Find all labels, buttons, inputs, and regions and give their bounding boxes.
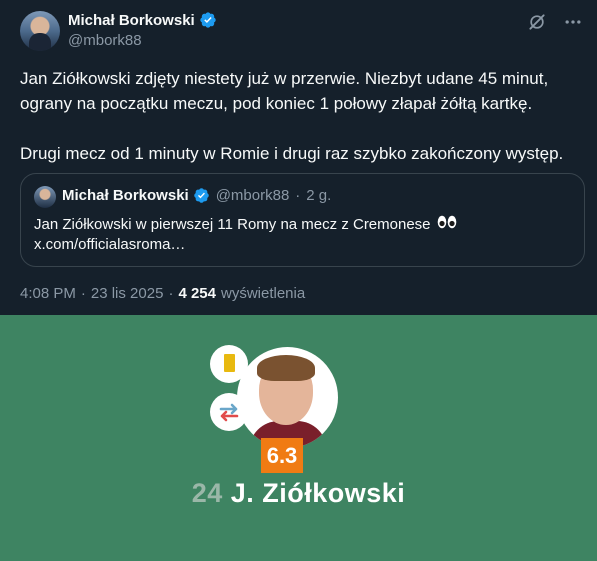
- tweet-date[interactable]: 23 lis 2025: [91, 285, 164, 302]
- tweet-meta: 4:08 PM · 23 lis 2025 · 4 254 wyświetlen…: [20, 285, 305, 302]
- verified-badge-icon: [200, 12, 216, 28]
- verified-badge-icon: [193, 188, 209, 203]
- author-avatar[interactable]: [20, 11, 60, 51]
- meta-separator: ·: [80, 285, 86, 302]
- tweet-text: Jan Ziółkowski zdjęty niestety już w prz…: [20, 66, 585, 166]
- quoted-header: Michał Borkowski @mbork88 · 2 g.: [62, 187, 331, 204]
- quoted-text: Jan Ziółkowski w pierwszej 11 Romy na me…: [34, 215, 457, 255]
- tweet-image[interactable]: 6.3 24 J. Ziółkowski: [0, 315, 597, 561]
- tweet-text-line: Jan Ziółkowski zdjęty niestety już w prz…: [20, 69, 549, 88]
- view-label: wyświetlenia: [220, 285, 306, 302]
- player-rating: 6.3: [261, 438, 303, 473]
- tweet-text-line: ograny na początku meczu, pod koniec 1 p…: [20, 94, 533, 113]
- view-count: 4 254: [178, 285, 216, 302]
- author-name[interactable]: Michał Borkowski: [68, 12, 195, 29]
- author-name-row: Michał Borkowski: [68, 11, 217, 29]
- substitution-icon: [210, 393, 248, 431]
- more-icon[interactable]: [563, 12, 583, 32]
- quoted-author-name: Michał Borkowski: [62, 187, 189, 204]
- author-handle[interactable]: @mbork88: [68, 32, 142, 49]
- quoted-tweet[interactable]: Michał Borkowski @mbork88 · 2 g. Jan Zió…: [20, 173, 585, 267]
- tweet-top-actions: [527, 12, 583, 32]
- yellow-card-icon: [210, 345, 248, 383]
- quoted-age: 2 g.: [306, 187, 332, 204]
- player-name: J. Ziółkowski: [230, 478, 406, 508]
- tweet: Michał Borkowski @mbork88 Jan Ziółkowski…: [0, 0, 597, 315]
- eyes-emoji-icon: [437, 215, 457, 229]
- grok-icon[interactable]: [527, 12, 547, 32]
- quoted-link[interactable]: x.com/officialasroma…: [34, 235, 457, 255]
- quoted-text-body: Jan Ziółkowski w pierwszej 11 Romy na me…: [34, 216, 431, 233]
- quoted-separator: ·: [295, 187, 301, 204]
- quoted-author-avatar: [34, 186, 56, 208]
- player-label: 24 J. Ziółkowski: [0, 478, 597, 509]
- meta-separator: ·: [168, 285, 174, 302]
- tweet-text-line: Drugi mecz od 1 minuty w Romie i drugi r…: [20, 144, 564, 163]
- player-number: 24: [191, 478, 223, 508]
- tweet-time[interactable]: 4:08 PM: [20, 285, 76, 302]
- player-photo: [237, 347, 338, 448]
- quoted-author-handle: @mbork88: [215, 187, 290, 204]
